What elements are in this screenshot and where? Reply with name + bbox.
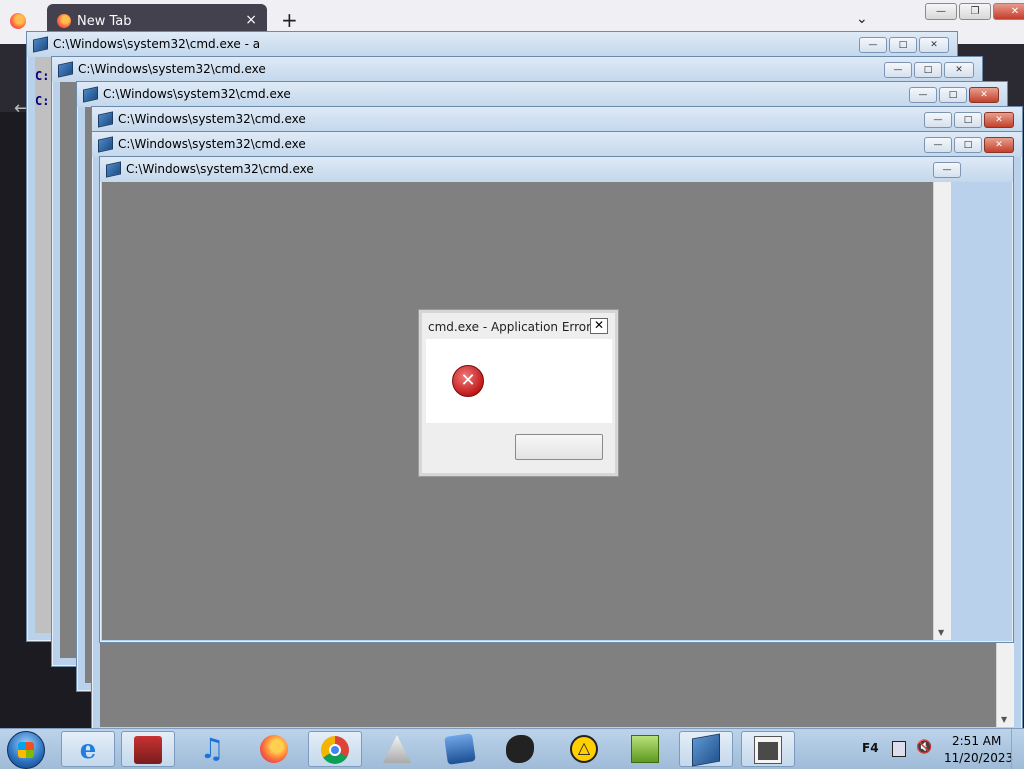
cmd-icon: [106, 161, 121, 178]
close-button[interactable]: ✕: [984, 112, 1014, 128]
language-indicator[interactable]: F4: [862, 741, 879, 755]
browser-close-button[interactable]: ✕: [993, 3, 1024, 20]
new-tab-button[interactable]: +: [281, 8, 298, 32]
paint-palette-icon: [506, 735, 534, 763]
minimize-button[interactable]: —: [884, 62, 912, 78]
close-button[interactable]: ✕: [984, 137, 1014, 153]
notepad-plus-icon: [631, 735, 659, 763]
vertical-scrollbar[interactable]: ▼: [933, 182, 951, 640]
internet-explorer-icon: e: [79, 735, 97, 765]
window-controls: — □ ✕: [884, 62, 974, 78]
window-title: C:\Windows\system32\cmd.exe: [78, 62, 266, 76]
title-bar[interactable]: C:\Windows\system32\cmd.exe —: [100, 157, 1013, 182]
dialog-title: cmd.exe - Application Error: [428, 320, 592, 334]
taskbar-chrome[interactable]: [308, 731, 362, 767]
taskbar-internet-explorer[interactable]: e: [61, 731, 115, 767]
browser-minimize-button[interactable]: —: [925, 3, 957, 20]
network-icon[interactable]: [892, 741, 906, 757]
console-prompt-line-2: C:: [35, 94, 50, 108]
dialog-body: ✕: [426, 339, 612, 423]
window-controls: — □ ✕: [859, 37, 949, 53]
cmd-icon: [692, 733, 720, 767]
clock-date[interactable]: 11/20/2023: [944, 751, 1013, 765]
title-bar[interactable]: C:\Windows\system32\cmd.exe — □ ✕: [92, 132, 1022, 157]
volume-muted-icon[interactable]: 🔇: [916, 740, 932, 755]
taskbar-notepad-plus[interactable]: [619, 731, 673, 767]
window-controls: — □ ✕: [924, 137, 1014, 153]
maximize-button[interactable]: □: [954, 137, 982, 153]
window-controls: —: [933, 162, 961, 178]
close-button[interactable]: ✕: [969, 87, 999, 103]
dialog-close-button[interactable]: ✕: [590, 318, 608, 334]
show-desktop-button[interactable]: [1011, 729, 1024, 769]
title-bar[interactable]: C:\Windows\system32\cmd.exe - a — □ ✕: [27, 32, 957, 57]
error-icon: ✕: [452, 365, 484, 397]
minimize-button[interactable]: —: [909, 87, 937, 103]
scroll-down-icon[interactable]: ▼: [1001, 715, 1007, 724]
taskbar-firefox[interactable]: [248, 731, 302, 767]
store-icon: [134, 736, 162, 764]
taskbar-paint[interactable]: [494, 731, 548, 767]
title-bar[interactable]: C:\Windows\system32\cmd.exe — □ ✕: [52, 57, 982, 82]
warning-triangle-icon: △: [570, 735, 598, 763]
minimize-button[interactable]: —: [924, 112, 952, 128]
taskbar: e ♫ △ F4 🔇 2:51 AM 11/20/2023: [0, 728, 1024, 769]
chevron-down-icon[interactable]: ⌄: [856, 11, 868, 27]
tab-label: New Tab: [77, 14, 132, 29]
java-icon: [383, 735, 411, 763]
taskbar-itunes[interactable]: ♫: [186, 731, 240, 767]
clock-time[interactable]: 2:51 AM: [952, 734, 1001, 748]
cmd-icon: [98, 111, 113, 128]
cmd-icon: [33, 36, 48, 53]
music-note-icon: ♫: [199, 732, 225, 765]
console-prompt-line-1: C:: [35, 69, 50, 83]
dialog-ok-button[interactable]: [515, 434, 603, 460]
cmd-icon: [58, 61, 73, 78]
firefox-icon: [260, 735, 288, 763]
window-title: C:\Windows\system32\cmd.exe: [103, 87, 291, 101]
close-button[interactable]: ✕: [919, 37, 949, 53]
window-controls: — □ ✕: [909, 87, 999, 103]
taskbar-xcode[interactable]: [434, 731, 488, 767]
close-button[interactable]: ✕: [944, 62, 974, 78]
chrome-icon: [321, 736, 349, 764]
start-button[interactable]: [7, 731, 45, 769]
minimize-button[interactable]: —: [924, 137, 952, 153]
firefox-tab-icon: [57, 14, 71, 28]
taskbar-store[interactable]: [121, 731, 175, 767]
scroll-down-icon[interactable]: ▼: [938, 628, 944, 637]
window-controls: — □ ✕: [924, 112, 1014, 128]
window-title: C:\Windows\system32\cmd.exe: [118, 137, 306, 151]
tab-close-icon[interactable]: ×: [245, 12, 257, 28]
taskbar-warning-app[interactable]: △: [558, 731, 612, 767]
minimize-button[interactable]: —: [933, 162, 961, 178]
maximize-button[interactable]: □: [889, 37, 917, 53]
taskbar-cmd[interactable]: [679, 731, 733, 767]
title-bar[interactable]: C:\Windows\system32\cmd.exe — □ ✕: [92, 107, 1022, 132]
title-bar[interactable]: C:\Windows\system32\cmd.exe — □ ✕: [77, 82, 1007, 107]
browser-caption-buttons: — ❐ ✕: [925, 3, 1024, 20]
minimize-button[interactable]: —: [859, 37, 887, 53]
maximize-button[interactable]: □: [914, 62, 942, 78]
console-window-icon: [754, 736, 782, 764]
cmd-icon: [98, 136, 113, 153]
firefox-icon: [10, 13, 26, 29]
taskbar-console[interactable]: [741, 731, 795, 767]
cmd-icon: [83, 86, 98, 103]
taskbar-java[interactable]: [371, 731, 425, 767]
window-title: C:\Windows\system32\cmd.exe: [126, 162, 314, 176]
window-title: C:\Windows\system32\cmd.exe: [118, 112, 306, 126]
browser-restore-button[interactable]: ❐: [959, 3, 991, 20]
application-error-dialog[interactable]: cmd.exe - Application Error ✕ ✕: [418, 309, 619, 477]
maximize-button[interactable]: □: [939, 87, 967, 103]
maximize-button[interactable]: □: [954, 112, 982, 128]
window-title: C:\Windows\system32\cmd.exe - a: [53, 37, 261, 51]
hammer-blueprint-icon: [444, 733, 476, 765]
